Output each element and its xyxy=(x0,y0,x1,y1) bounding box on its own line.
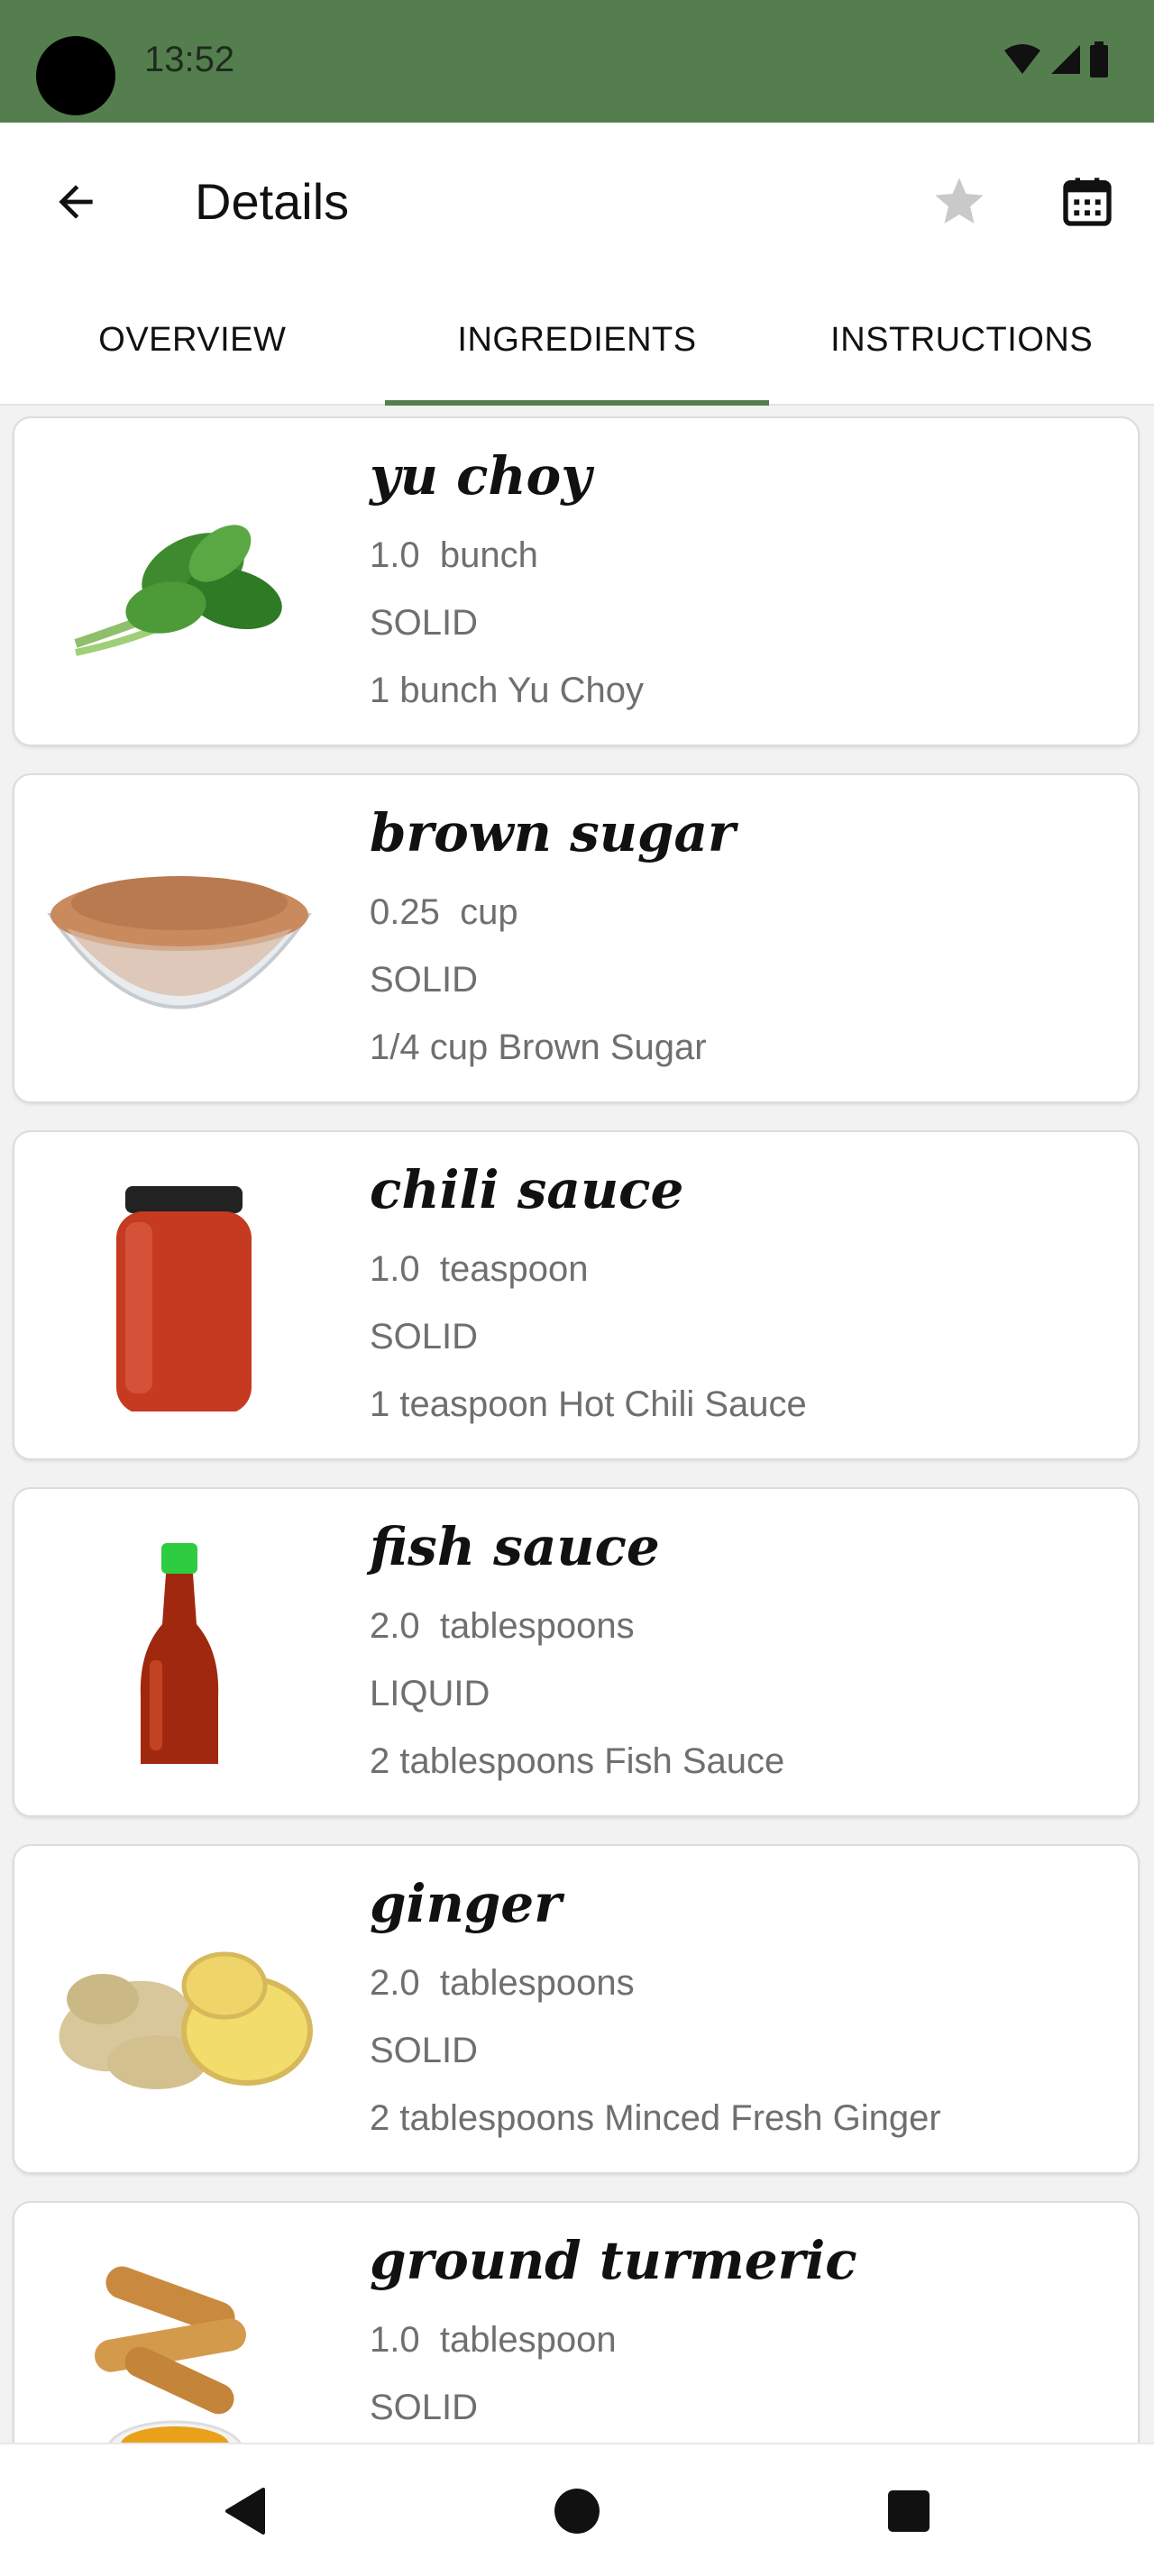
ingredient-name: ground turmeric xyxy=(370,2230,857,2291)
ingredient-name: chili sauce xyxy=(370,1159,684,1220)
ingredient-type: SOLID xyxy=(370,960,479,1000)
chili-sauce-image xyxy=(116,1186,252,1411)
ingredient-original: 2 tablespoons Minced Fresh Ginger xyxy=(370,2098,941,2138)
app-bar: Details xyxy=(0,123,1154,276)
ingredient-amount: 1.0 tablespoon xyxy=(370,2320,617,2361)
ingredient-type: SOLID xyxy=(370,2388,479,2427)
ingredient-name: fish sauce xyxy=(370,1516,660,1577)
ingredient-original: 1 bunch Yu Choy xyxy=(370,671,644,710)
calendar-icon xyxy=(1063,178,1112,226)
ingredient-amount: 1.0 bunch xyxy=(370,535,538,576)
status-time: 13:52 xyxy=(144,40,235,79)
status-icons xyxy=(1003,40,1109,79)
calendar-button[interactable] xyxy=(1053,168,1122,236)
arrow-left-icon xyxy=(59,185,93,219)
status-bar: 13:52 xyxy=(0,0,1154,123)
nav-home-button[interactable] xyxy=(543,2477,611,2545)
system-nav-bar xyxy=(0,2443,1154,2576)
amount-value: 2.0 xyxy=(370,1963,420,2003)
battery-icon xyxy=(1090,41,1108,78)
amount-unit: bunch xyxy=(439,535,538,575)
ingredient-original: 1/4 cup Brown Sugar xyxy=(370,1028,707,1067)
camera-cutout xyxy=(36,36,115,115)
ingredient-original: 2 tablespoons Fish Sauce xyxy=(370,1741,785,1781)
ingredient-card[interactable]: ground turmeric 1.0 tablespoon SOLID xyxy=(13,2201,1140,2443)
ingredient-card[interactable]: fish sauce 2.0 tablespoons LIQUID 2 tabl… xyxy=(13,1487,1140,1817)
triangle-back-icon xyxy=(225,2488,265,2535)
amount-unit: tablespoon xyxy=(439,2320,617,2360)
ingredient-type: LIQUID xyxy=(370,1674,490,1713)
ingredient-card[interactable]: ginger 2.0 tablespoons SOLID 2 tablespoo… xyxy=(13,1844,1140,2174)
ingredient-name: brown sugar xyxy=(370,802,736,863)
ingredient-name: ginger xyxy=(370,1873,562,1934)
ingredient-amount: 0.25 cup xyxy=(370,892,518,933)
amount-unit: teaspoon xyxy=(439,1249,589,1289)
ingredient-name: yu choy xyxy=(370,445,591,507)
ingredient-card[interactable]: yu choy 1.0 bunch SOLID 1 bunch Yu Choy xyxy=(13,416,1140,746)
amount-value: 1.0 xyxy=(370,535,420,575)
tab-bar: OVERVIEW INGREDIENTS INSTRUCTIONS xyxy=(0,276,1154,406)
favorite-button[interactable] xyxy=(925,168,994,236)
ingredient-amount: 2.0 tablespoons xyxy=(370,1606,635,1647)
amount-value: 2.0 xyxy=(370,1606,420,1646)
ingredient-amount: 1.0 teaspoon xyxy=(370,1249,588,1290)
star-icon xyxy=(935,178,984,224)
brown-sugar-image xyxy=(47,876,312,1009)
signal-icon xyxy=(1051,45,1080,74)
back-button[interactable] xyxy=(43,169,108,234)
ingredient-type: SOLID xyxy=(370,2031,479,2070)
circle-home-icon xyxy=(554,2489,600,2534)
square-recents-icon xyxy=(888,2490,930,2532)
ingredient-type: SOLID xyxy=(370,1317,479,1357)
tab-ingredients[interactable]: INGREDIENTS xyxy=(384,276,770,406)
amount-value: 0.25 xyxy=(370,892,440,932)
amount-unit: cup xyxy=(460,892,518,932)
yu-choy-image xyxy=(74,525,282,656)
amount-value: 1.0 xyxy=(370,2320,420,2360)
amount-unit: tablespoons xyxy=(439,1963,635,2003)
turmeric-image xyxy=(95,2266,246,2443)
ingredient-card[interactable]: brown sugar 0.25 cup SOLID 1/4 cup Brown… xyxy=(13,773,1140,1103)
ingredient-amount: 2.0 tablespoons xyxy=(370,1963,635,2004)
tab-instructions[interactable]: INSTRUCTIONS xyxy=(769,276,1154,404)
ingredient-list[interactable]: yu choy 1.0 bunch SOLID 1 bunch Yu Choy … xyxy=(0,406,1154,2443)
fish-sauce-image xyxy=(140,1543,219,1764)
ingredient-type: SOLID xyxy=(370,603,479,643)
ingredient-card[interactable]: chili sauce 1.0 teaspoon SOLID 1 teaspoo… xyxy=(13,1130,1140,1460)
ingredient-original: 1 teaspoon Hot Chili Sauce xyxy=(370,1384,807,1424)
wifi-icon xyxy=(1004,44,1040,74)
nav-recents-button[interactable] xyxy=(875,2477,943,2545)
nav-back-button[interactable] xyxy=(209,2477,278,2545)
amount-unit: tablespoons xyxy=(439,1606,635,1646)
ginger-image xyxy=(59,1951,313,2089)
page-title: Details xyxy=(195,173,350,230)
tab-overview[interactable]: OVERVIEW xyxy=(0,276,385,404)
amount-value: 1.0 xyxy=(370,1249,420,1289)
